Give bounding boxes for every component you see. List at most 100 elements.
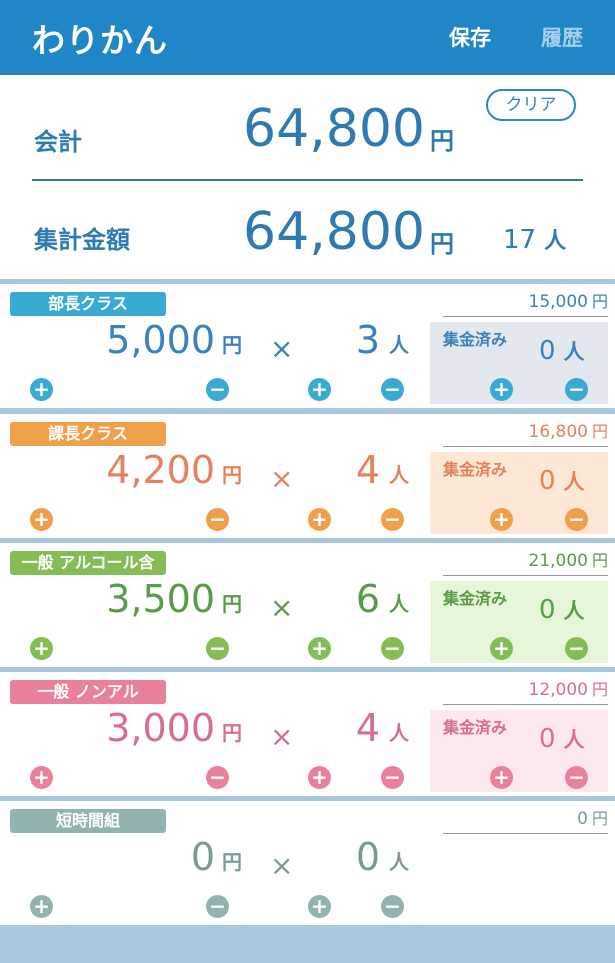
- collected-label: 集金済み: [443, 460, 508, 479]
- collected-count: 0人: [539, 466, 585, 496]
- class-section: 短時間組 0 円 0 円 × 0 人 + − + −: [0, 801, 615, 925]
- class-count-unit: 人: [389, 721, 409, 745]
- price-decrease-button[interactable]: −: [206, 895, 229, 918]
- collected-increase-button[interactable]: +: [490, 637, 513, 660]
- price-decrease-button[interactable]: −: [206, 378, 229, 401]
- minus-icon: −: [384, 507, 401, 531]
- collected-increase-button[interactable]: +: [490, 766, 513, 789]
- collected-count-unit: 人: [563, 470, 585, 494]
- class-price-yen: 円: [222, 463, 242, 487]
- class-count: 3: [355, 318, 380, 362]
- count-decrease-button[interactable]: −: [381, 766, 404, 789]
- price-decrease-button[interactable]: −: [206, 637, 229, 660]
- footer-bar: [0, 926, 615, 963]
- collected-count: 0人: [539, 595, 585, 625]
- collected-decrease-button[interactable]: −: [565, 766, 588, 789]
- minus-icon: −: [384, 377, 401, 401]
- class-price: 5,000: [106, 318, 215, 362]
- class-subtotal-yen: 円: [591, 422, 608, 441]
- count-increase-button[interactable]: +: [308, 895, 331, 918]
- collected-label: 集金済み: [443, 718, 508, 737]
- collected-increase-button[interactable]: +: [490, 378, 513, 401]
- people-count-value: 17: [503, 225, 537, 255]
- collected-count: 0人: [539, 336, 585, 366]
- plus-icon: +: [33, 377, 50, 401]
- collected-label: 集金済み: [443, 330, 508, 349]
- minus-icon: −: [384, 894, 401, 918]
- count-increase-button[interactable]: +: [308, 766, 331, 789]
- class-label: 一般 アルコール含: [10, 551, 166, 575]
- class-count: 4: [355, 706, 380, 750]
- minus-icon: −: [209, 765, 226, 789]
- class-price-yen: 円: [222, 850, 242, 874]
- plus-icon: +: [33, 636, 50, 660]
- collected-count-value: 0: [539, 724, 556, 754]
- times-sign: ×: [270, 720, 294, 753]
- collected-box: 集金済み 0 人 + −: [430, 581, 608, 663]
- times-sign: ×: [270, 591, 294, 624]
- class-price: 3,000: [106, 706, 215, 750]
- app-title: わりかん: [32, 21, 168, 60]
- count-decrease-button[interactable]: −: [381, 637, 404, 660]
- minus-icon: −: [384, 765, 401, 789]
- history-button[interactable]: 履歴: [541, 22, 583, 52]
- count-decrease-button[interactable]: −: [381, 895, 404, 918]
- minus-icon: −: [568, 377, 585, 401]
- minus-icon: −: [209, 507, 226, 531]
- clear-button[interactable]: クリア: [486, 89, 576, 121]
- price-increase-button[interactable]: +: [30, 508, 53, 531]
- collected-count-value: 0: [539, 336, 556, 366]
- collected-count-unit: 人: [563, 340, 585, 364]
- class-count-unit: 人: [389, 592, 409, 616]
- minus-icon: −: [568, 765, 585, 789]
- minus-icon: −: [209, 377, 226, 401]
- count-increase-button[interactable]: +: [308, 508, 331, 531]
- class-price-yen: 円: [222, 721, 242, 745]
- count-increase-button[interactable]: +: [308, 637, 331, 660]
- price-increase-button[interactable]: +: [30, 378, 53, 401]
- collected-decrease-button[interactable]: −: [565, 637, 588, 660]
- summary-panel: 会計 64,800 円 クリア 集計金額 64,800 円 17 人: [0, 75, 615, 279]
- class-subtotal-value: 0: [577, 809, 588, 829]
- class-price: 4,200: [106, 448, 215, 492]
- class-label: 課長クラス: [10, 422, 166, 446]
- class-subtotal: 12,000 円: [443, 676, 608, 705]
- class-count: 6: [355, 577, 380, 621]
- class-price: 3,500: [106, 577, 215, 621]
- price-increase-button[interactable]: +: [30, 766, 53, 789]
- people-count-unit: 人: [544, 229, 567, 254]
- collected-decrease-button[interactable]: −: [565, 508, 588, 531]
- save-button[interactable]: 保存: [449, 22, 491, 52]
- class-subtotal-yen: 円: [591, 292, 608, 311]
- times-sign: ×: [270, 849, 294, 882]
- total-yen-unit: 円: [430, 127, 454, 155]
- summary-divider: [32, 179, 583, 181]
- collected-decrease-button[interactable]: −: [565, 378, 588, 401]
- class-section: 一般 アルコール含 21,000 円 3,500 円 × 6 人 + − + − 集金済み 0 人 + −: [0, 543, 615, 667]
- count-increase-button[interactable]: +: [308, 378, 331, 401]
- collected-box: 集金済み 0 人 + −: [430, 710, 608, 792]
- times-sign: ×: [270, 332, 294, 365]
- class-subtotal-value: 15,000: [528, 292, 588, 312]
- class-label: 一般 ノンアル: [10, 680, 166, 704]
- count-decrease-button[interactable]: −: [381, 508, 404, 531]
- class-label: 部長クラス: [10, 292, 166, 316]
- price-decrease-button[interactable]: −: [206, 766, 229, 789]
- class-subtotal-value: 16,800: [528, 422, 588, 442]
- times-sign: ×: [270, 462, 294, 495]
- price-decrease-button[interactable]: −: [206, 508, 229, 531]
- class-label: 短時間組: [10, 809, 166, 833]
- collected-total-label: 集計金額: [34, 226, 130, 254]
- minus-icon: −: [209, 894, 226, 918]
- minus-icon: −: [209, 636, 226, 660]
- plus-icon: +: [493, 765, 510, 789]
- plus-icon: +: [493, 507, 510, 531]
- plus-icon: +: [493, 377, 510, 401]
- people-count: 17 人: [503, 223, 566, 255]
- minus-icon: −: [568, 507, 585, 531]
- collected-label: 集金済み: [443, 589, 508, 608]
- price-increase-button[interactable]: +: [30, 895, 53, 918]
- collected-increase-button[interactable]: +: [490, 508, 513, 531]
- count-decrease-button[interactable]: −: [381, 378, 404, 401]
- price-increase-button[interactable]: +: [30, 637, 53, 660]
